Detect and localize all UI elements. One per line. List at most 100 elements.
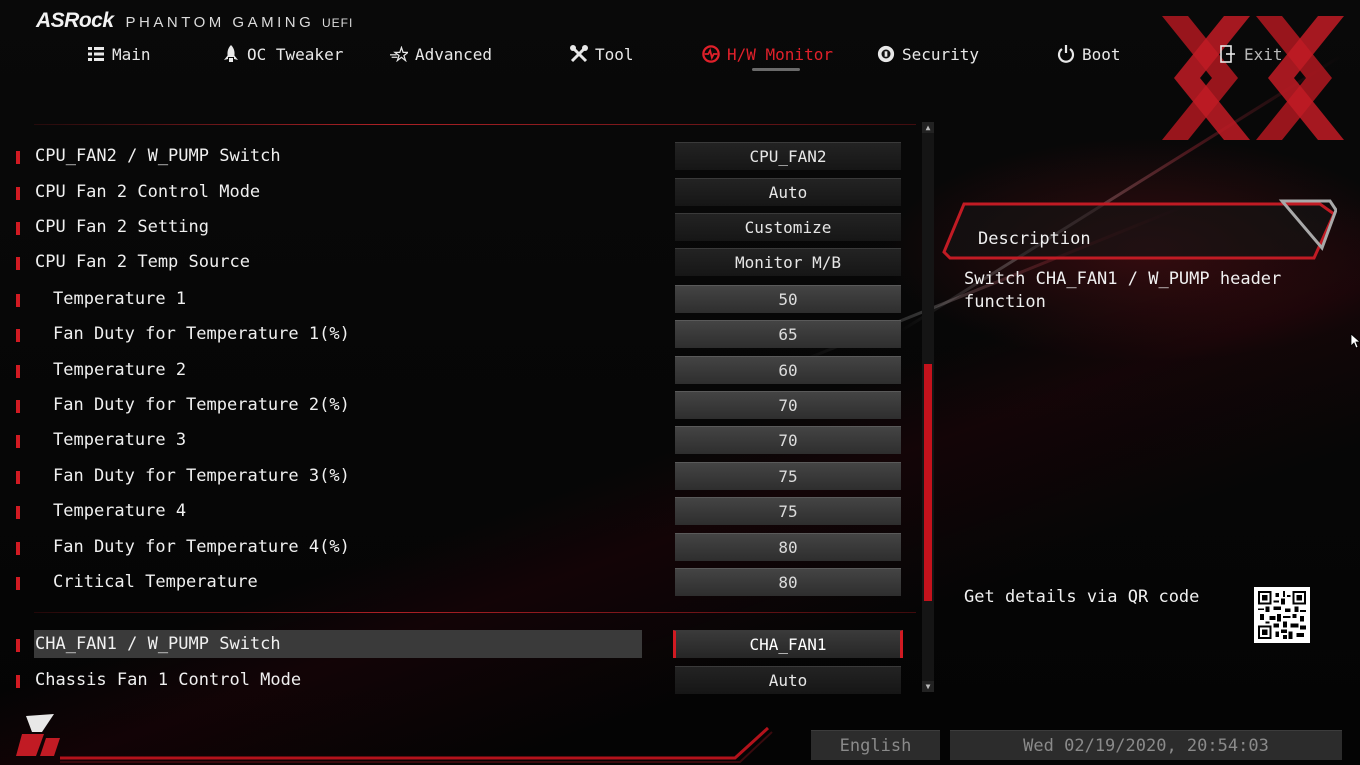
tab-security-label: Security xyxy=(902,44,980,64)
active-tab-indicator xyxy=(752,68,800,71)
setting-row[interactable]: Chassis Fan 1 Control Mode Auto xyxy=(0,666,910,698)
brand-logo: ASRock PHANTOM GAMING UEFI xyxy=(36,9,353,33)
setting-value[interactable]: 60 xyxy=(675,356,901,384)
row-marker xyxy=(16,329,20,342)
setting-row[interactable]: Fan Duty for Temperature 4(%) 80 xyxy=(0,533,910,565)
star-icon xyxy=(390,45,408,63)
setting-value[interactable]: Auto xyxy=(675,666,901,694)
setting-row[interactable]: Fan Duty for Temperature 1(%) 65 xyxy=(0,320,910,352)
setting-label: Temperature 4 xyxy=(53,501,187,521)
setting-value[interactable]: 75 xyxy=(675,462,901,490)
row-marker xyxy=(16,257,20,270)
tab-exit-label: Exit xyxy=(1244,44,1283,64)
setting-label: Temperature 2 xyxy=(53,360,187,380)
setting-label: CPU Fan 2 Control Mode xyxy=(35,182,261,202)
setting-label: CPU Fan 2 Temp Source xyxy=(35,252,250,272)
tab-security[interactable]: Security xyxy=(877,40,979,68)
row-marker xyxy=(16,187,20,200)
setting-value[interactable]: Customize xyxy=(675,213,901,241)
setting-label: Fan Duty for Temperature 3(%) xyxy=(53,466,350,486)
setting-row[interactable]: Temperature 4 75 xyxy=(0,497,910,529)
row-marker xyxy=(16,639,20,652)
setting-row-selected[interactable]: CHA_FAN1 / W_PUMP Switch CHA_FAN1 xyxy=(0,630,910,662)
row-marker xyxy=(16,471,20,484)
mouse-cursor-icon xyxy=(1350,333,1360,349)
scroll-down-arrow-icon[interactable]: ▼ xyxy=(922,681,934,692)
tab-advanced[interactable]: Advanced xyxy=(390,40,492,68)
tab-main-label: Main xyxy=(112,44,151,64)
qr-code-icon xyxy=(1254,587,1310,643)
setting-label: CPU Fan 2 Setting xyxy=(35,217,209,237)
setting-row[interactable]: Temperature 2 60 xyxy=(0,356,910,388)
setting-label: Temperature 1 xyxy=(53,289,187,309)
language-selector[interactable]: English xyxy=(811,730,940,760)
list-icon xyxy=(87,45,105,63)
setting-value[interactable]: 70 xyxy=(675,426,901,454)
setting-value[interactable]: 80 xyxy=(675,533,901,561)
brand-subtitle-suffix: UEFI xyxy=(321,16,354,30)
setting-label: Fan Duty for Temperature 2(%) xyxy=(53,395,350,415)
setting-value[interactable]: CPU_FAN2 xyxy=(675,142,901,170)
tab-main[interactable]: Main xyxy=(87,40,151,68)
section-divider xyxy=(34,124,916,125)
row-marker xyxy=(16,294,20,307)
phantom-gaming-xx-logo xyxy=(1162,16,1344,140)
setting-row[interactable]: CPU Fan 2 Control Mode Auto xyxy=(0,178,910,210)
datetime-display: Wed 02/19/2020, 20:54:03 xyxy=(950,730,1342,760)
description-text: Switch CHA_FAN1 / W_PUMP header function xyxy=(964,269,1282,312)
power-icon xyxy=(1057,45,1075,63)
tab-exit[interactable]: Exit xyxy=(1219,40,1283,68)
setting-value[interactable]: 65 xyxy=(675,320,901,348)
tab-advanced-label: Advanced xyxy=(415,44,493,64)
row-marker xyxy=(16,151,20,164)
setting-value[interactable]: 50 xyxy=(675,285,901,313)
row-marker xyxy=(16,542,20,555)
setting-value[interactable]: 70 xyxy=(675,391,901,419)
setting-row[interactable]: Critical Temperature 80 xyxy=(0,568,910,600)
setting-label: Fan Duty for Temperature 1(%) xyxy=(53,324,350,344)
tab-boot[interactable]: Boot xyxy=(1057,40,1121,68)
row-marker xyxy=(16,577,20,590)
setting-row[interactable]: Temperature 3 70 xyxy=(0,426,910,458)
row-marker xyxy=(16,365,20,378)
row-marker xyxy=(16,435,20,448)
setting-label: Temperature 3 xyxy=(53,430,187,450)
row-marker xyxy=(16,506,20,519)
tab-oc-tweaker[interactable]: OC Tweaker xyxy=(222,40,343,68)
scroll-up-arrow-icon[interactable]: ▲ xyxy=(922,122,934,133)
phantom-gaming-badge-icon xyxy=(16,714,60,756)
tab-oc-tweaker-label: OC Tweaker xyxy=(247,44,344,64)
setting-value[interactable]: Monitor M/B xyxy=(675,248,901,276)
tab-hw-monitor[interactable]: H/W Monitor xyxy=(702,40,833,68)
exit-icon xyxy=(1219,45,1237,63)
tools-icon xyxy=(570,45,588,63)
tab-boot-label: Boot xyxy=(1082,44,1121,64)
qr-label: Get details via QR code xyxy=(964,587,1200,607)
setting-row[interactable]: Fan Duty for Temperature 2(%) 70 xyxy=(0,391,910,423)
setting-value[interactable]: Auto xyxy=(675,178,901,206)
setting-value[interactable]: CHA_FAN1 xyxy=(673,630,903,658)
section-divider xyxy=(34,612,916,613)
monitor-icon xyxy=(702,45,720,63)
tab-tool[interactable]: Tool xyxy=(570,40,634,68)
scrollbar-thumb[interactable] xyxy=(924,364,932,601)
tab-tool-label: Tool xyxy=(595,44,634,64)
brand-subtitle: PHANTOM GAMING UEFI xyxy=(125,14,354,31)
setting-label: Fan Duty for Temperature 4(%) xyxy=(53,537,350,557)
setting-row[interactable]: CPU Fan 2 Temp Source Monitor M/B xyxy=(0,248,910,280)
description-title: Description xyxy=(978,229,1091,249)
shield-icon xyxy=(877,45,895,63)
setting-value[interactable]: 75 xyxy=(675,497,901,525)
setting-row[interactable]: CPU Fan 2 Setting Customize xyxy=(0,213,910,245)
row-marker xyxy=(16,675,20,688)
brand-name: ASRock xyxy=(36,9,114,32)
setting-row[interactable]: CPU_FAN2 / W_PUMP Switch CPU_FAN2 xyxy=(0,142,910,174)
setting-label: CHA_FAN1 / W_PUMP Switch xyxy=(35,634,281,654)
setting-row[interactable]: Fan Duty for Temperature 3(%) 75 xyxy=(0,462,910,494)
setting-value[interactable]: 80 xyxy=(675,568,901,596)
tab-hw-monitor-label: H/W Monitor xyxy=(727,44,833,64)
setting-row[interactable]: Temperature 1 50 xyxy=(0,285,910,317)
setting-label: Critical Temperature xyxy=(53,572,258,592)
setting-label: Chassis Fan 1 Control Mode xyxy=(35,670,302,690)
rocket-icon xyxy=(222,45,240,63)
